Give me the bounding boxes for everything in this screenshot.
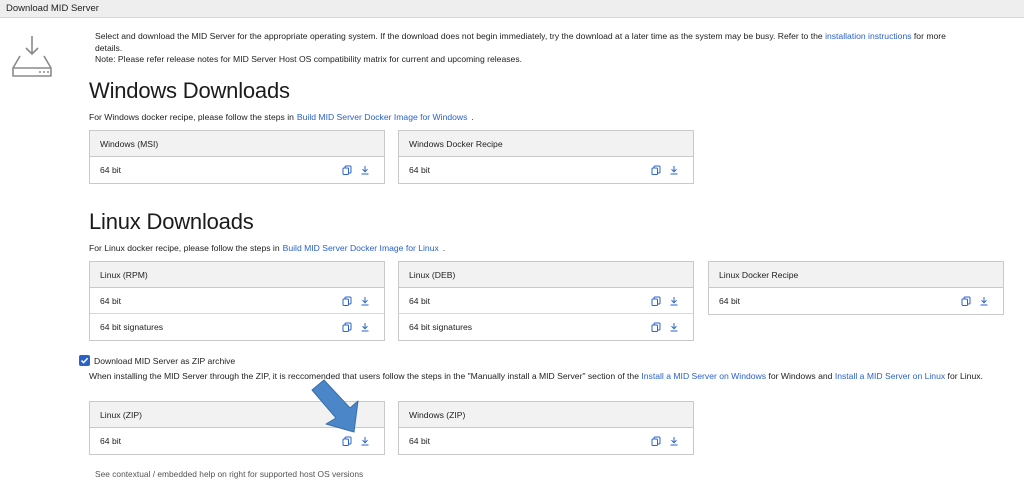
copy-icon[interactable] bbox=[342, 436, 352, 446]
download-row: 64 bit bbox=[399, 428, 693, 454]
intro-text: Select and download the MID Server for t… bbox=[95, 31, 946, 64]
install-mid-linux-link[interactable]: Install a MID Server on Linux bbox=[835, 371, 945, 381]
card-title: Windows Docker Recipe bbox=[399, 131, 693, 157]
linux-docker-note: For Linux docker recipe, please follow t… bbox=[89, 243, 446, 253]
linux-docker-link[interactable]: Build MID Server Docker Image for Linux bbox=[283, 243, 439, 253]
copy-icon[interactable] bbox=[342, 165, 352, 175]
card-linux-docker: Linux Docker Recipe 64 bit bbox=[708, 261, 1004, 315]
compatibility-note: Note: Please refer release notes for MID… bbox=[95, 54, 522, 64]
download-row: 64 bit bbox=[90, 288, 384, 314]
footer-help-note: See contextual / embedded help on right … bbox=[95, 469, 364, 479]
copy-icon[interactable] bbox=[342, 296, 352, 306]
copy-icon[interactable] bbox=[342, 322, 352, 332]
download-row: 64 bit signatures bbox=[399, 314, 693, 340]
download-icon[interactable] bbox=[669, 436, 679, 446]
card-title: Windows (ZIP) bbox=[399, 402, 693, 428]
windows-docker-link[interactable]: Build MID Server Docker Image for Window… bbox=[297, 112, 468, 122]
windows-docker-note: For Windows docker recipe, please follow… bbox=[89, 112, 474, 122]
window-title: Download MID Server bbox=[0, 0, 1024, 18]
linux-downloads-title: Linux Downloads bbox=[89, 209, 254, 234]
card-linux-rpm: Linux (RPM) 64 bit 64 bit signatures bbox=[89, 261, 385, 341]
download-icon[interactable] bbox=[979, 296, 989, 306]
download-icon[interactable] bbox=[669, 322, 679, 332]
zip-archive-checkbox[interactable] bbox=[79, 355, 90, 366]
download-row: 64 bit signatures bbox=[90, 314, 384, 340]
checkmark-icon bbox=[80, 357, 89, 364]
card-linux-deb: Linux (DEB) 64 bit 64 bit signatures bbox=[398, 261, 694, 341]
download-row: 64 bit bbox=[90, 157, 384, 183]
download-icon[interactable] bbox=[669, 296, 679, 306]
download-icon[interactable] bbox=[360, 436, 370, 446]
card-windows-docker: Windows Docker Recipe 64 bit bbox=[398, 130, 694, 184]
zip-archive-checkbox-group: Download MID Server as ZIP archive bbox=[79, 355, 235, 366]
copy-icon[interactable] bbox=[651, 436, 661, 446]
copy-icon[interactable] bbox=[651, 322, 661, 332]
card-title: Linux (RPM) bbox=[90, 262, 384, 288]
copy-icon[interactable] bbox=[651, 165, 661, 175]
download-row: 64 bit bbox=[399, 288, 693, 314]
installation-instructions-link[interactable]: installation instructions bbox=[825, 31, 911, 41]
download-row: 64 bit bbox=[399, 157, 693, 183]
download-row: 64 bit bbox=[709, 288, 1003, 314]
windows-downloads-title: Windows Downloads bbox=[89, 78, 290, 103]
arrow-annotation bbox=[311, 379, 359, 433]
download-icon[interactable] bbox=[669, 165, 679, 175]
server-download-icon bbox=[12, 36, 52, 77]
card-title: Linux (DEB) bbox=[399, 262, 693, 288]
zip-install-note: When installing the MID Server through t… bbox=[89, 371, 983, 381]
copy-icon[interactable] bbox=[651, 296, 661, 306]
download-icon[interactable] bbox=[360, 322, 370, 332]
copy-icon[interactable] bbox=[961, 296, 971, 306]
download-icon[interactable] bbox=[360, 165, 370, 175]
download-icon[interactable] bbox=[360, 296, 370, 306]
install-mid-windows-link[interactable]: Install a MID Server on Windows bbox=[641, 371, 766, 381]
card-title: Windows (MSI) bbox=[90, 131, 384, 157]
card-windows-zip: Windows (ZIP) 64 bit bbox=[398, 401, 694, 455]
card-windows-msi: Windows (MSI) 64 bit bbox=[89, 130, 385, 184]
zip-archive-label[interactable]: Download MID Server as ZIP archive bbox=[94, 356, 235, 366]
card-title: Linux Docker Recipe bbox=[709, 262, 1003, 288]
